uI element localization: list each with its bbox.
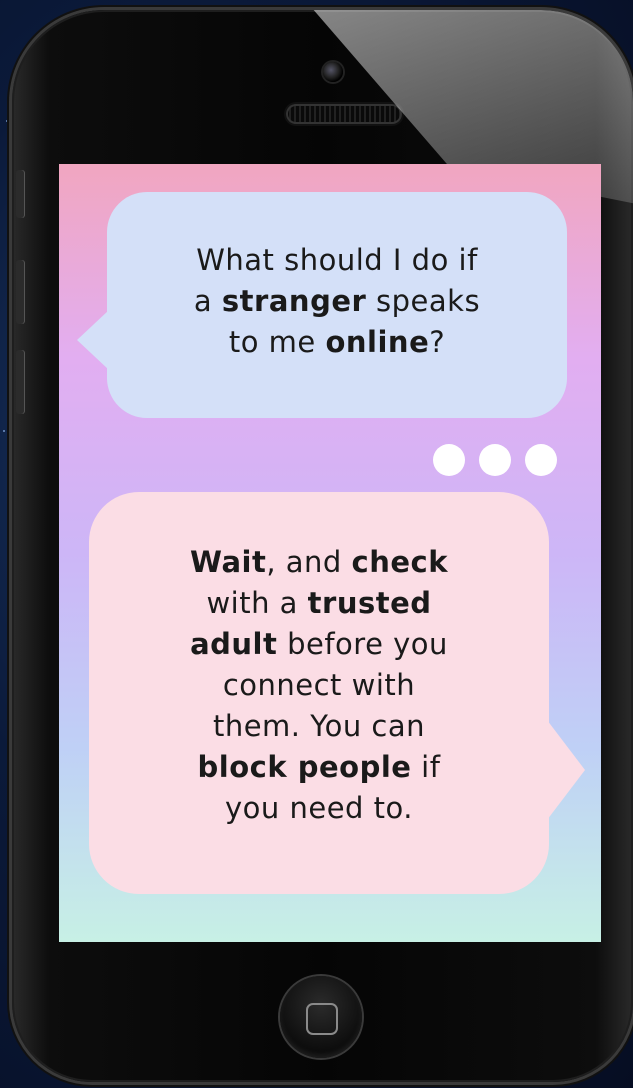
question-line: to me online? (137, 322, 537, 363)
volume-up-button (16, 260, 24, 324)
answer-line: them. You can (139, 706, 499, 747)
typing-dot (433, 444, 465, 476)
answer-line: adult before you (139, 624, 499, 665)
answer-bubble-tail (547, 720, 585, 820)
question-keyword-online: online (325, 325, 430, 359)
answer-text-part: before you (277, 627, 448, 661)
camera-icon (323, 62, 343, 82)
answer-keyword-adult: adult (190, 627, 278, 661)
question-text-part: ? (429, 325, 446, 359)
question-text-part: speaks (366, 284, 481, 318)
answer-keyword-check: check (351, 545, 449, 579)
answer-line: you need to. (139, 788, 499, 829)
volume-down-button (16, 350, 24, 414)
answer-line: connect with (139, 665, 499, 706)
chat-screen: What should I do if a stranger speaks to… (59, 164, 601, 942)
question-text-part: a (193, 284, 222, 318)
background-star (3, 430, 5, 432)
question-bubble: What should I do if a stranger speaks to… (77, 192, 567, 418)
background-star (6, 120, 8, 122)
answer-line: block people if (139, 747, 499, 788)
home-button[interactable] (280, 976, 362, 1058)
answer-text-part: , and (266, 545, 352, 579)
typing-indicator-icon (433, 444, 557, 476)
speaker-icon (286, 104, 402, 124)
question-line-1: What should I do if (196, 243, 478, 277)
answer-text-part: connect with (222, 668, 416, 702)
question-text-part: to me (228, 325, 326, 359)
question-line: a stranger speaks (137, 281, 537, 322)
typing-dot (479, 444, 511, 476)
mute-switch (16, 170, 24, 218)
answer-line: Wait, and check (139, 542, 499, 583)
typing-dot (525, 444, 557, 476)
answer-keyword-trusted: trusted (307, 586, 432, 620)
answer-text-part: them. You can (212, 709, 426, 743)
answer-text-part: you need to. (224, 791, 413, 825)
answer-bubble: Wait, and check with a trusted adult bef… (89, 492, 585, 894)
question-keyword-stranger: stranger (221, 284, 367, 318)
answer-line: with a trusted (139, 583, 499, 624)
answer-text: Wait, and check with a trusted adult bef… (139, 542, 499, 829)
question-bubble-tail (77, 310, 109, 370)
home-button-icon (306, 1003, 338, 1035)
answer-text-part: if (411, 750, 441, 784)
question-text: What should I do if a stranger speaks to… (137, 240, 537, 363)
question-line: What should I do if (137, 240, 537, 281)
background-star (8, 760, 10, 762)
answer-keyword-block-people: block people (197, 750, 412, 784)
answer-text-part: with a (206, 586, 308, 620)
answer-keyword-wait: Wait (189, 545, 267, 579)
